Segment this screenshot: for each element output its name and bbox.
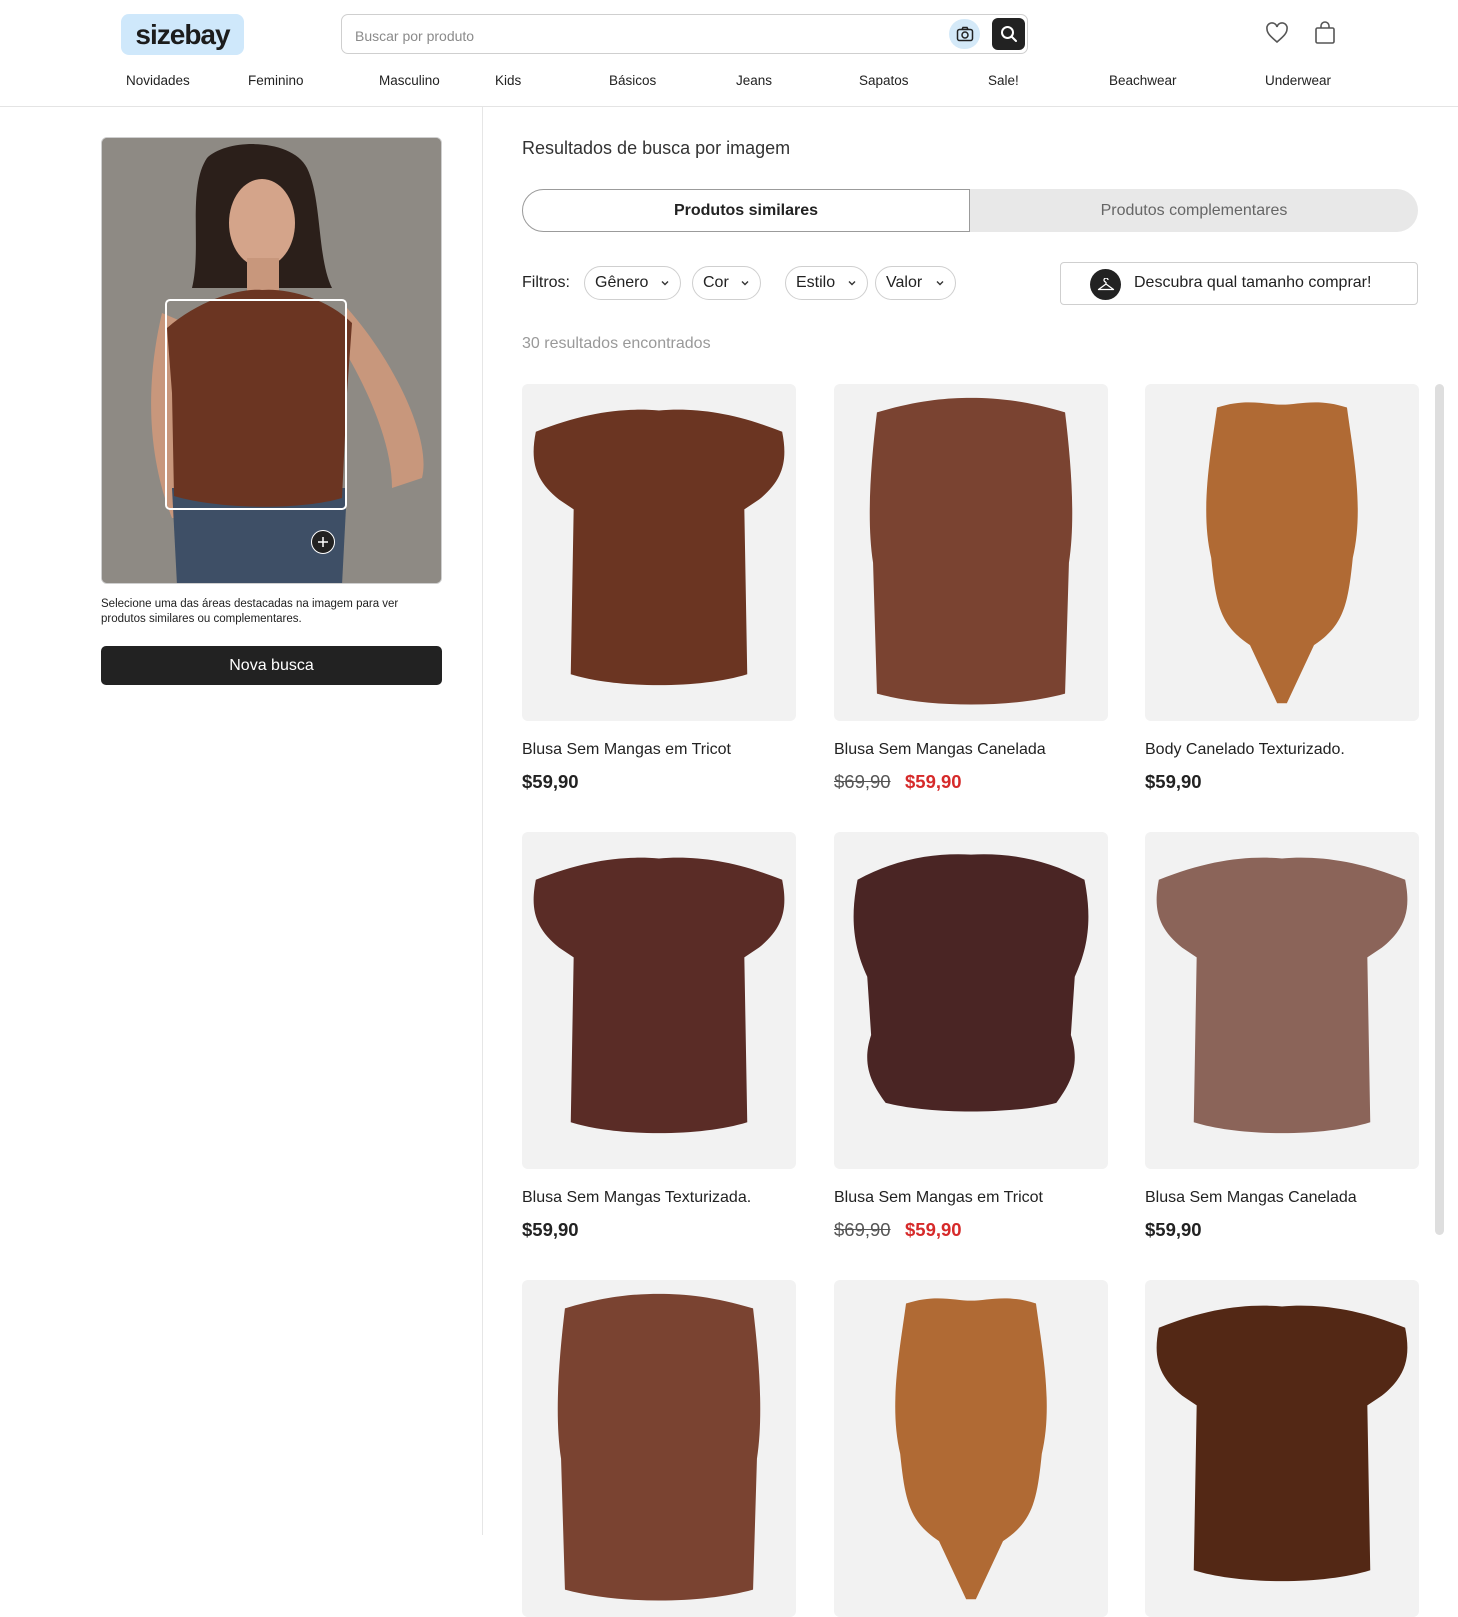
product-price: $59,90 [522, 1219, 579, 1240]
product-image[interactable] [834, 832, 1108, 1169]
new-search-button[interactable]: Nova busca [101, 646, 442, 685]
product-image[interactable] [1145, 1280, 1419, 1617]
filter-valor-label: Valor [886, 274, 923, 291]
filter-cor[interactable]: Cor [692, 266, 761, 300]
panel-divider [482, 107, 483, 1535]
product-card[interactable]: Blusa Sem Mangas em Tricot $59,90 [522, 384, 796, 792]
cart-button[interactable] [1312, 20, 1338, 46]
size-advisor-button[interactable]: Descubra qual tamanho comprar! [1060, 262, 1418, 305]
filter-valor[interactable]: Valor [875, 266, 956, 300]
product-name[interactable]: Blusa Sem Mangas Canelada [1145, 1189, 1357, 1207]
search-icon [1000, 26, 1017, 42]
filters-label: Filtros: [522, 274, 570, 291]
tab-similar-products[interactable]: Produtos similares [522, 189, 970, 232]
product-price: $59,90 [522, 771, 579, 792]
filter-genero-label: Gênero [595, 274, 649, 291]
product-card[interactable] [1145, 1280, 1419, 1617]
filter-estilo-label: Estilo [796, 274, 836, 291]
search-button[interactable] [992, 18, 1025, 50]
nav-item-underwear[interactable]: Underwear [1265, 73, 1331, 88]
search-input[interactable] [353, 24, 937, 48]
add-area-button[interactable] [311, 530, 335, 554]
nav-item-jeans[interactable]: Jeans [736, 73, 772, 88]
product-image[interactable] [522, 832, 796, 1169]
product-image[interactable] [1145, 832, 1419, 1169]
product-card[interactable]: Body Canelado Texturizado. $59,90 [1145, 384, 1419, 792]
chevron-down-icon [848, 281, 856, 286]
bag-icon [1315, 21, 1335, 44]
chevron-down-icon [936, 281, 944, 286]
product-image[interactable] [1145, 384, 1419, 721]
tab-complementary-products[interactable]: Produtos complementares [970, 189, 1418, 232]
wishlist-button[interactable] [1264, 20, 1290, 46]
heart-icon [1266, 22, 1288, 44]
nav-item-novidades[interactable]: Novidades [126, 73, 190, 88]
nav-item-kids[interactable]: Kids [495, 73, 521, 88]
product-name[interactable]: Blusa Sem Mangas em Tricot [834, 1189, 1043, 1207]
product-price: $59,90 [1145, 771, 1202, 792]
product-name[interactable]: Blusa Sem Mangas Canelada [834, 741, 1046, 759]
product-price: $59,90 [1145, 1219, 1202, 1240]
product-card[interactable] [834, 1280, 1108, 1617]
selection-hint: Selecione uma das áreas destacadas na im… [101, 598, 399, 625]
camera-icon [956, 26, 973, 42]
product-old-price: $69,90 [834, 1219, 891, 1240]
product-image[interactable] [834, 384, 1108, 721]
search-image [101, 137, 442, 584]
nav-item-beachwear[interactable]: Beachwear [1109, 73, 1177, 88]
product-old-price: $69,90 [834, 771, 891, 792]
filter-estilo[interactable]: Estilo [785, 266, 868, 300]
chevron-down-icon [741, 281, 749, 286]
nav-item-feminino[interactable]: Feminino [248, 73, 304, 88]
product-sale-price: $59,90 [905, 1219, 962, 1240]
product-image[interactable] [522, 384, 796, 721]
product-card[interactable]: Blusa Sem Mangas Canelada $59,90 [1145, 832, 1419, 1240]
hanger-icon [1090, 269, 1121, 300]
product-card[interactable]: Blusa Sem Mangas em Tricot $69,90 $59,90 [834, 832, 1108, 1240]
product-image[interactable] [522, 1280, 796, 1617]
size-advisor-label: Descubra qual tamanho comprar! [1134, 274, 1372, 291]
product-name[interactable]: Body Canelado Texturizado. [1145, 741, 1345, 759]
nav-item-sale[interactable]: Sale! [988, 73, 1019, 88]
nav-item-masculino[interactable]: Masculino [379, 73, 440, 88]
nav-item-sapatos[interactable]: Sapatos [859, 73, 909, 88]
product-name[interactable]: Blusa Sem Mangas em Tricot [522, 741, 731, 759]
results-tabs: Produtos similares Produtos complementar… [522, 189, 1418, 232]
product-card[interactable] [522, 1280, 796, 1617]
filter-cor-label: Cor [703, 274, 729, 291]
main-nav: Novidades Feminino Masculino Kids Básico… [0, 73, 1458, 93]
product-sale-price: $59,90 [905, 771, 962, 792]
product-image[interactable] [834, 1280, 1108, 1617]
search-bar [341, 14, 1028, 54]
nav-item-basicos[interactable]: Básicos [609, 73, 656, 88]
product-card[interactable]: Blusa Sem Mangas Canelada $69,90 $59,90 [834, 384, 1108, 792]
header: sizebay Novidades Feminino [0, 0, 1458, 107]
filter-genero[interactable]: Gênero [584, 266, 681, 300]
camera-search-button[interactable] [949, 19, 980, 49]
selection-box[interactable] [165, 299, 347, 510]
product-card[interactable]: Blusa Sem Mangas Texturizada. $59,90 [522, 832, 796, 1240]
product-name[interactable]: Blusa Sem Mangas Texturizada. [522, 1189, 751, 1207]
plus-icon [318, 537, 328, 547]
results-title: Resultados de busca por imagem [522, 138, 791, 158]
results-count: 30 resultados encontrados [522, 335, 711, 352]
chevron-down-icon [661, 281, 669, 286]
scrollbar[interactable] [1435, 384, 1444, 1235]
logo[interactable]: sizebay [121, 14, 244, 55]
